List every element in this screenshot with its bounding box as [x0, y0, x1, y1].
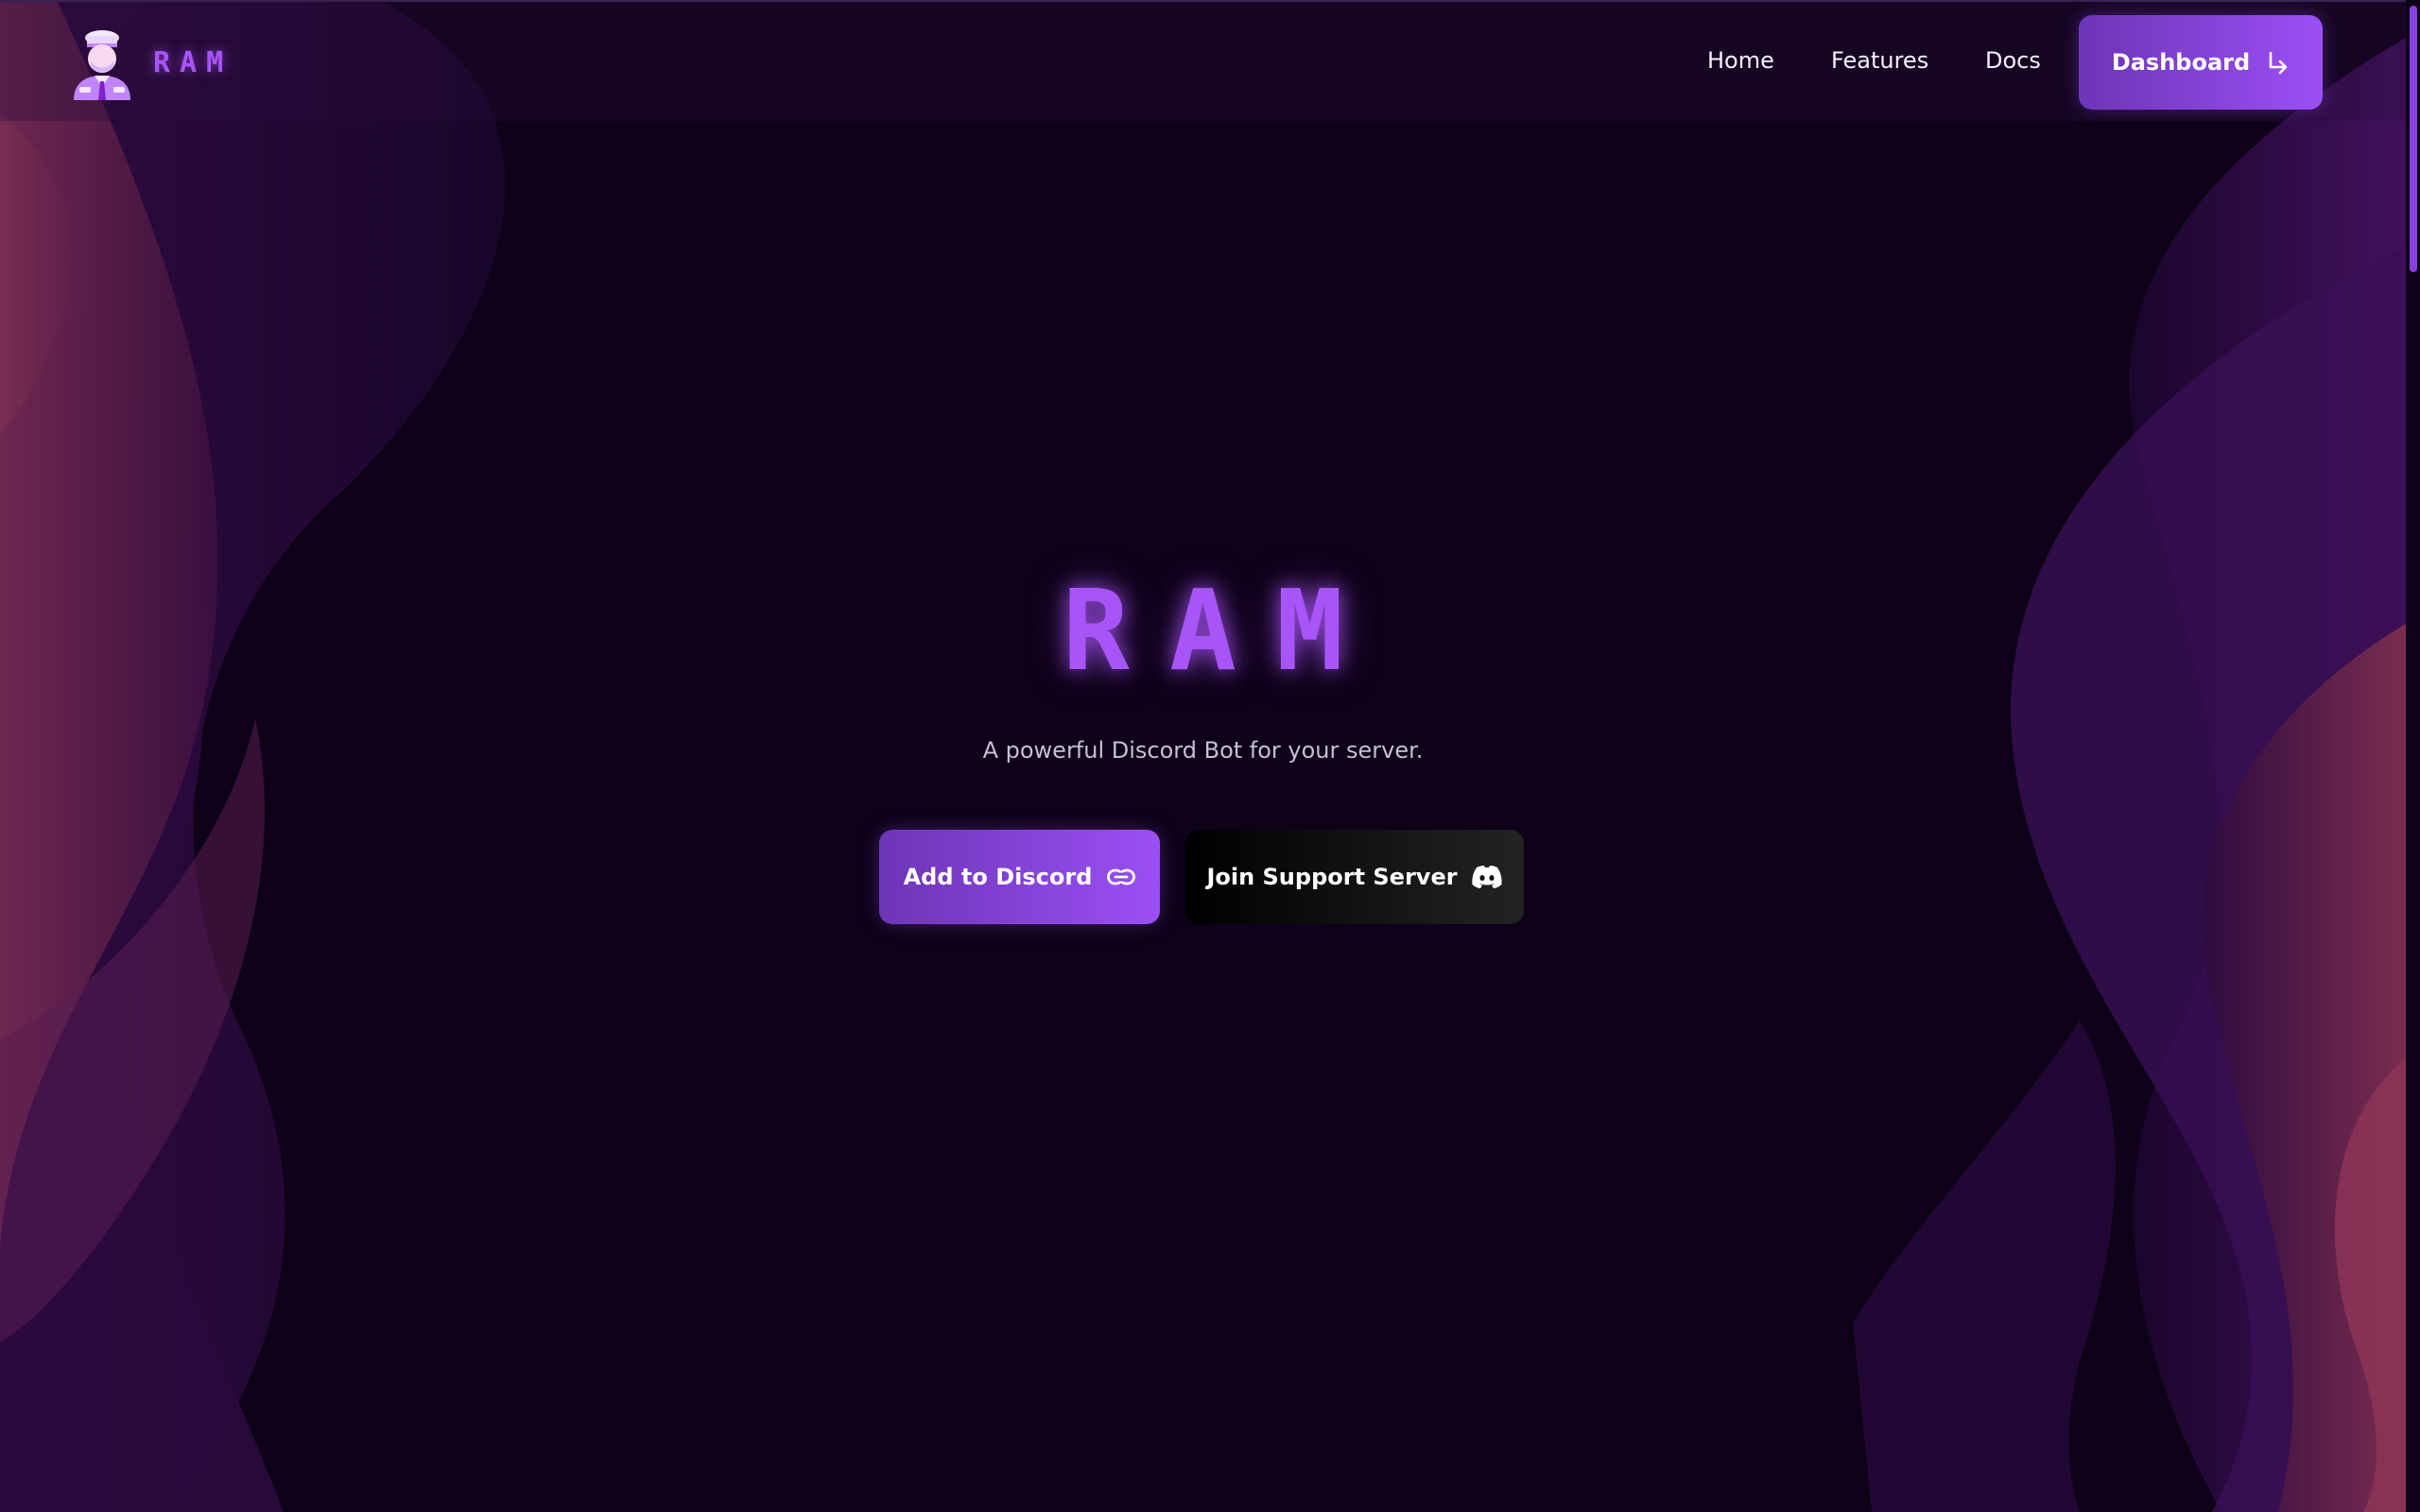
add-to-discord-label: Add to Discord: [903, 864, 1093, 890]
nav-home-link[interactable]: Home: [1707, 47, 1774, 74]
bot-avatar-icon: [66, 25, 138, 100]
navbar: RAM Home Features Docs Dashboard: [0, 0, 2406, 121]
scrollbar[interactable]: [2406, 0, 2420, 1512]
add-to-discord-button[interactable]: Add to Discord: [879, 830, 1160, 924]
nav-features-link[interactable]: Features: [1831, 47, 1928, 74]
brand[interactable]: RAM: [66, 25, 233, 100]
hero-title: RAM: [1062, 565, 1384, 696]
scrollbar-thumb[interactable]: [2410, 6, 2417, 272]
nav-docs-link[interactable]: Docs: [1985, 47, 2041, 74]
discord-icon: [1471, 865, 1503, 889]
join-support-server-label: Join Support Server: [1206, 864, 1458, 890]
brand-name: RAM: [153, 45, 233, 79]
landing-page: RAM Home Features Docs Dashboard RAM A p…: [0, 0, 2420, 1512]
link-icon: [1107, 868, 1136, 886]
arrow-enter-icon: [2265, 50, 2290, 75]
hero-subtitle: A powerful Discord Bot for your server.: [982, 737, 1424, 764]
dashboard-button-label: Dashboard: [2111, 49, 2251, 76]
join-support-server-button[interactable]: Join Support Server: [1185, 830, 1524, 924]
dashboard-button[interactable]: Dashboard: [2079, 15, 2323, 110]
